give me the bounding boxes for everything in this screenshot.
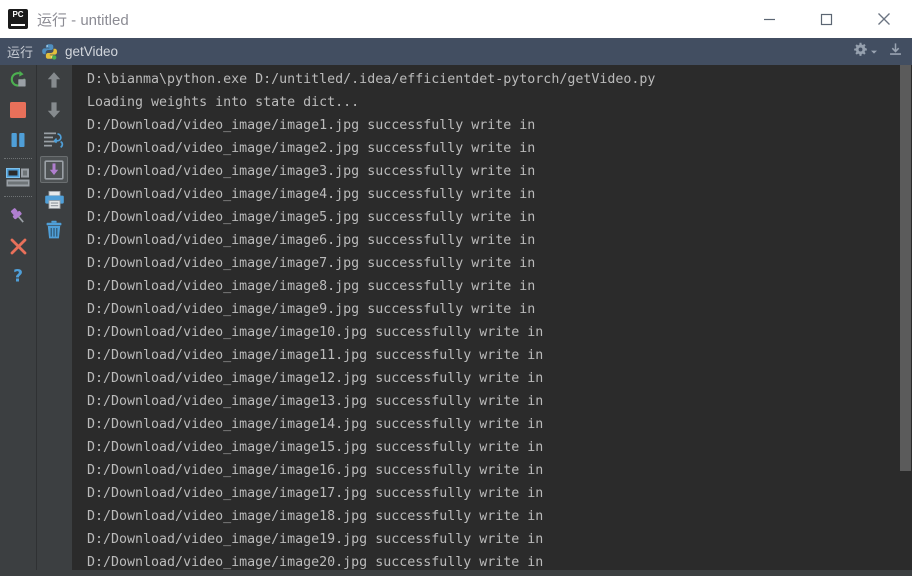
run-tab-name[interactable]: getVideo [65, 44, 118, 59]
pycharm-logo-icon: PC [8, 9, 28, 29]
chevron-down-icon[interactable] [870, 43, 878, 61]
printer-icon [44, 190, 65, 210]
settings-group[interactable] [853, 42, 878, 62]
help-button[interactable]: ? [0, 261, 36, 291]
console-line: D:/Download/video_image/image2.jpg succe… [87, 137, 912, 160]
console-line: D:/Download/video_image/image13.jpg succ… [87, 390, 912, 413]
stop-square-icon [9, 101, 27, 119]
run-toolbar-left: ? [0, 65, 36, 576]
soft-wrap-icon [43, 130, 65, 150]
pin-tab-button[interactable] [0, 201, 36, 231]
console-line: D:/Download/video_image/image12.jpg succ… [87, 367, 912, 390]
print-button[interactable] [37, 185, 71, 215]
pycharm-logo-text: PC [8, 10, 28, 19]
console-line: D:/Download/video_image/image15.jpg succ… [87, 436, 912, 459]
question-mark-icon: ? [9, 266, 27, 286]
run-panel-label: 运行 [7, 42, 33, 61]
trash-icon [44, 220, 64, 240]
pause-button[interactable] [0, 125, 36, 155]
close-tab-button[interactable] [0, 231, 36, 261]
scroll-to-end-button[interactable] [37, 155, 71, 185]
close-icon[interactable] [855, 0, 912, 38]
stop-button[interactable] [0, 95, 36, 125]
run-console-body: ? [0, 65, 912, 576]
console-line: D:\bianma\python.exe D:/untitled/.idea/e… [87, 68, 912, 91]
console-line: D:/Download/video_image/image6.jpg succe… [87, 229, 912, 252]
console-line: Loading weights into state dict... [87, 91, 912, 114]
separator-1 [0, 155, 36, 163]
restore-layout-icon [6, 168, 30, 188]
down-stack-trace-button[interactable] [37, 95, 71, 125]
scroll-to-end-icon [44, 160, 64, 180]
run-tab-bar: 运行 getVideo [0, 38, 912, 65]
minimize-icon[interactable] [741, 0, 798, 38]
maximize-icon[interactable] [798, 0, 855, 38]
console-line: D:/Download/video_image/image8.jpg succe… [87, 275, 912, 298]
console-line: D:/Download/video_image/image18.jpg succ… [87, 505, 912, 528]
console-line-list: D:\bianma\python.exe D:/untitled/.idea/e… [87, 68, 912, 574]
clear-all-button[interactable] [37, 215, 71, 245]
console-output-area[interactable]: D:\bianma\python.exe D:/untitled/.idea/e… [72, 65, 912, 576]
console-line: D:/Download/video_image/image7.jpg succe… [87, 252, 912, 275]
console-line: D:/Download/video_image/image14.jpg succ… [87, 413, 912, 436]
arrow-down-icon [45, 100, 63, 120]
window-titlebar: PC 运行 - untitled [0, 0, 912, 38]
pycharm-run-window: PC 运行 - untitled 运行 [0, 0, 912, 576]
console-line: D:/Download/video_image/image5.jpg succe… [87, 206, 912, 229]
console-line: D:/Download/video_image/image10.jpg succ… [87, 321, 912, 344]
tabbar-actions [853, 42, 912, 62]
up-stack-trace-button[interactable] [37, 65, 71, 95]
status-bar [0, 570, 912, 576]
console-line: D:/Download/video_image/image19.jpg succ… [87, 528, 912, 551]
window-controls [741, 0, 912, 38]
console-line: D:/Download/video_image/image9.jpg succe… [87, 298, 912, 321]
svg-text:?: ? [13, 267, 23, 287]
console-line: D:/Download/video_image/image3.jpg succe… [87, 160, 912, 183]
separator-2 [0, 193, 36, 201]
titlebar-left-group: PC 运行 - untitled [0, 9, 741, 30]
restore-layout-button[interactable] [0, 163, 36, 193]
console-scrollbar-thumb[interactable] [900, 65, 911, 471]
export-download-icon[interactable] [888, 42, 903, 62]
console-line: D:/Download/video_image/image16.jpg succ… [87, 459, 912, 482]
close-x-icon [9, 237, 28, 256]
arrow-up-icon [45, 70, 63, 90]
run-toolbar-right [36, 65, 72, 576]
console-line: D:/Download/video_image/image1.jpg succe… [87, 114, 912, 137]
console-line: D:/Download/video_image/image4.jpg succe… [87, 183, 912, 206]
status-bar-content [0, 570, 912, 576]
pin-icon [8, 206, 28, 226]
gear-icon[interactable] [853, 42, 868, 62]
console-line: D:/Download/video_image/image11.jpg succ… [87, 344, 912, 367]
pycharm-logo-bar [11, 24, 25, 27]
rerun-icon [8, 70, 28, 90]
rerun-button[interactable] [0, 65, 36, 95]
python-run-icon [41, 43, 58, 60]
console-scrollbar-track[interactable] [899, 65, 912, 576]
soft-wrap-button[interactable] [37, 125, 71, 155]
window-title: 运行 - untitled [37, 9, 129, 30]
console-line: D:/Download/video_image/image17.jpg succ… [87, 482, 912, 505]
pause-icon [9, 131, 27, 149]
